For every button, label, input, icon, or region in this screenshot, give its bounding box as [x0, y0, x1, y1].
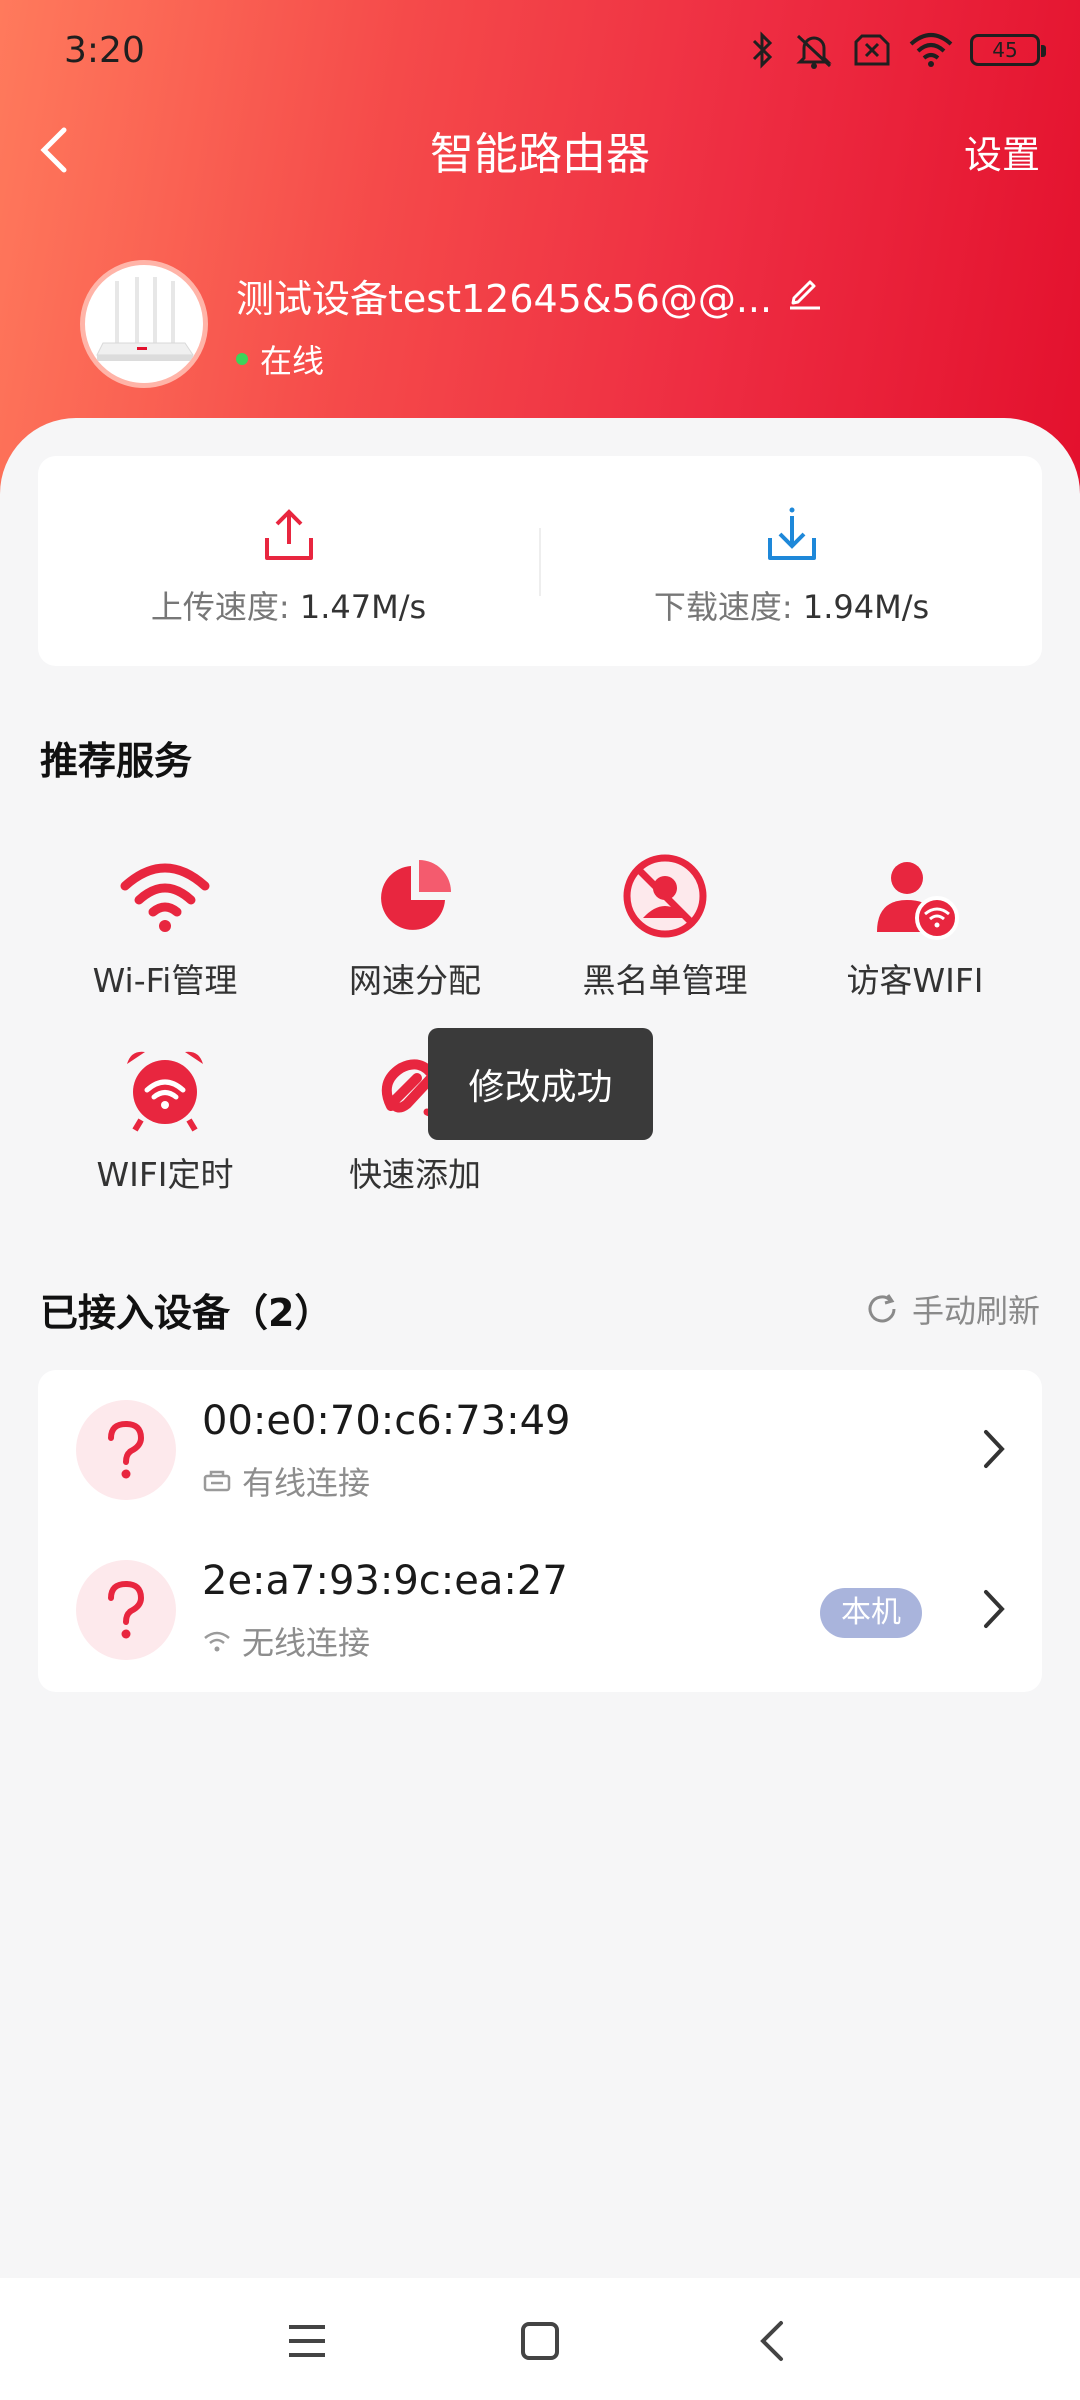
download-speed-text: 下载速度: 1.94M/s [654, 582, 929, 628]
back-triangle-icon [760, 2321, 783, 2361]
router-avatar [80, 260, 208, 388]
device-avatar [76, 1560, 176, 1660]
download-speed: 下载速度: 1.94M/s [541, 456, 1042, 666]
device-avatar [76, 1400, 176, 1500]
home-button[interactable] [505, 2306, 575, 2376]
speed-card: 上传速度: 1.47M/s 下载速度: 1.94M/s [38, 456, 1042, 666]
download-speed-label: 下载速度: [653, 588, 793, 626]
pie-chart-icon [381, 860, 451, 930]
device-row[interactable]: 2e:a7:93:9c:ea:27 无线连接 本机 [38, 1530, 1042, 1690]
pencil-icon [790, 280, 820, 310]
menu-icon [289, 2325, 325, 2357]
status-bar: 3:20 45 [0, 0, 1080, 106]
toast-message: 修改成功 [428, 1028, 653, 1140]
home-square-icon [521, 2322, 559, 2360]
chevron-left-icon [40, 127, 67, 173]
wifi-small-icon [204, 1631, 230, 1652]
guest-wifi-icon [877, 862, 959, 940]
services-title: 推荐服务 [40, 739, 193, 783]
service-label: 访客WIFI [846, 961, 984, 1000]
upload-speed-text: 上传速度: 1.47M/s [151, 582, 426, 628]
device-mac: 2e:a7:93:9c:ea:27 [202, 1558, 568, 1604]
device-mac: 00:e0:70:c6:73:49 [202, 1398, 571, 1444]
mute-bell-icon [796, 34, 832, 69]
upload-speed-value: 1.47M/s [299, 588, 427, 626]
wifi-icon [120, 863, 210, 932]
alarm-wifi-icon [127, 1051, 203, 1132]
wifi-status-icon [909, 33, 953, 67]
menu-button[interactable] [272, 2306, 342, 2376]
blocked-user-icon [623, 854, 707, 938]
devices-title: 已接入设备（2） [40, 1291, 333, 1335]
edit-name-button[interactable] [784, 272, 824, 312]
upload-icon [264, 509, 313, 560]
back-button[interactable] [30, 120, 80, 180]
status-icons: 45 [750, 30, 1046, 70]
this-device-badge: 本机 [820, 1588, 922, 1638]
service-guest-wifi[interactable]: 访客WIFI [790, 848, 1040, 1002]
battery-indicator: 45 [970, 34, 1046, 66]
service-wifi-timer[interactable]: WIFI定时 [40, 1042, 290, 1196]
download-speed-value: 1.94M/s [802, 588, 930, 626]
service-wifi-management[interactable]: Wi-Fi管理 [40, 848, 290, 1002]
refresh-button[interactable]: 手动刷新 [864, 1286, 1040, 1332]
connection-type: 有线连接 [242, 1464, 371, 1502]
content-sheet [0, 418, 1080, 2278]
connection-type: 无线连接 [242, 1624, 371, 1662]
refresh-label: 手动刷新 [911, 1292, 1040, 1330]
device-list: 00:e0:70:c6:73:49 有线连接 2e:a7:93:9c:ea:27 [38, 1370, 1042, 1692]
chevron-right-icon [984, 1590, 1005, 1628]
device-connection: 无线连接 [202, 1618, 370, 1664]
service-label: WIFI定时 [96, 1155, 234, 1194]
bluetooth-icon [752, 31, 773, 69]
settings-button[interactable]: 设置 [964, 124, 1040, 179]
online-status-label: 在线 [260, 342, 325, 380]
device-row[interactable]: 00:e0:70:c6:73:49 有线连接 [38, 1370, 1042, 1530]
upload-speed: 上传速度: 1.47M/s [38, 456, 539, 666]
no-sim-icon [854, 34, 890, 66]
service-label: Wi-Fi管理 [92, 961, 238, 1000]
service-blacklist-management[interactable]: 黑名单管理 [540, 848, 790, 1002]
download-icon [767, 507, 816, 560]
device-name: 测试设备test12645&56@@... [236, 277, 773, 321]
wired-icon [203, 1470, 231, 1492]
online-status: 在线 [236, 336, 324, 382]
question-mark-icon [108, 1580, 145, 1639]
online-dot [236, 353, 248, 365]
refresh-icon [868, 1294, 896, 1323]
device-connection: 有线连接 [202, 1458, 370, 1504]
system-back-button[interactable] [738, 2306, 808, 2376]
status-time: 3:20 [64, 30, 145, 71]
upload-speed-label: 上传速度: [150, 588, 290, 626]
router-icon [96, 277, 194, 361]
service-label: 快速添加 [349, 1155, 481, 1194]
service-label: 网速分配 [349, 961, 481, 1000]
question-mark-icon [108, 1420, 145, 1479]
service-label: 黑名单管理 [582, 961, 748, 1000]
system-navigation-bar [0, 2278, 1080, 2400]
chevron-right-icon [984, 1430, 1005, 1468]
service-speed-allocation[interactable]: 网速分配 [290, 848, 540, 1002]
